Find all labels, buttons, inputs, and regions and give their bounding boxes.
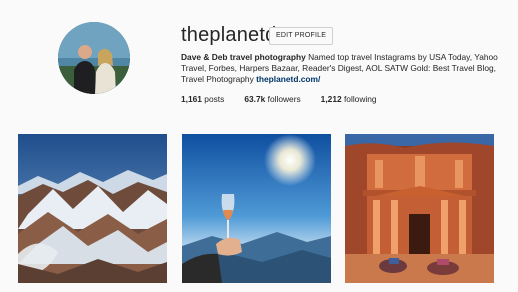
followers-label: followers bbox=[267, 94, 301, 104]
profile-bio: Dave & Deb travel photography Named top … bbox=[181, 52, 511, 85]
following-count: 1,212 bbox=[320, 94, 342, 104]
followers-stat[interactable]: 63.7k followers bbox=[244, 94, 300, 105]
followers-count: 63.7k bbox=[244, 94, 266, 104]
posts-label: posts bbox=[204, 94, 225, 104]
post-thumbnail-mountains[interactable] bbox=[18, 134, 167, 283]
edit-profile-button[interactable]: EDIT PROFILE bbox=[269, 27, 334, 45]
following-label: following bbox=[343, 94, 377, 104]
profile-website-link[interactable]: theplanetd.com/ bbox=[256, 74, 320, 84]
post-thumbnail-petra[interactable] bbox=[345, 134, 494, 283]
posts-stat: 1,161 posts bbox=[181, 94, 224, 105]
profile-username: theplanetd bbox=[181, 24, 277, 46]
profile-stats: 1,161 posts 63.7k followers 1,212 follow… bbox=[181, 94, 377, 105]
profile-full-name: Dave & Deb travel photography bbox=[181, 52, 306, 62]
profile-avatar[interactable] bbox=[58, 22, 130, 94]
post-thumbnail-wine-glass[interactable] bbox=[182, 134, 331, 283]
following-stat[interactable]: 1,212 following bbox=[321, 94, 377, 105]
posts-count: 1,161 bbox=[181, 94, 202, 104]
